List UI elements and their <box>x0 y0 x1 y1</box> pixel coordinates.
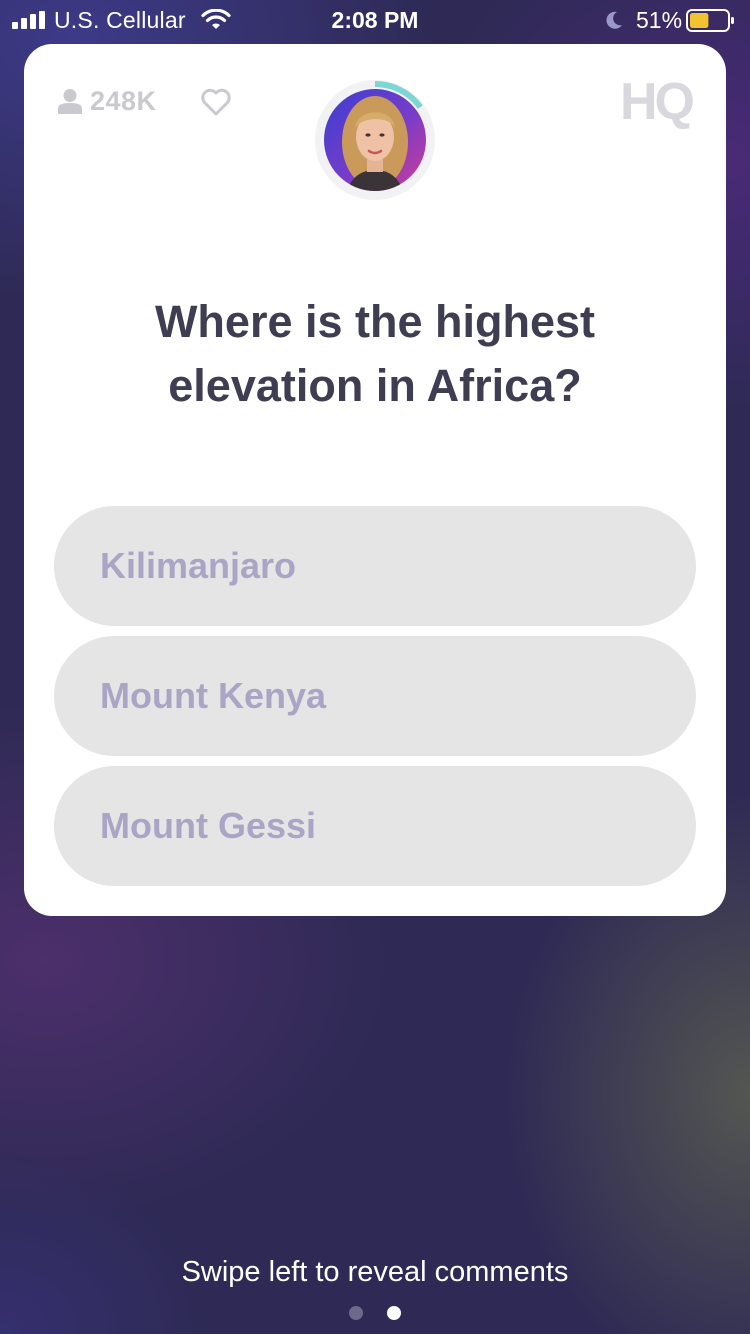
viewer-count-label: 248K <box>90 85 157 116</box>
heart-icon[interactable] <box>200 88 232 116</box>
swipe-hint: Swipe left to reveal comments <box>181 1256 569 1288</box>
page-dot-2[interactable] <box>387 1306 401 1320</box>
status-bar: U.S. Cellular 2:08 PM 51% <box>0 0 750 40</box>
answer-option-label: Mount Gessi <box>100 805 317 846</box>
answer-option-3[interactable]: Mount Gessi <box>54 766 696 886</box>
page-indicator[interactable] <box>0 1306 750 1322</box>
viewer-count: 248K <box>58 84 157 118</box>
battery-percent: 51% <box>636 7 683 33</box>
hq-logo: HQ <box>620 73 695 131</box>
battery-icon <box>686 9 734 32</box>
answer-option-2[interactable]: Mount Kenya <box>54 636 696 756</box>
person-icon <box>58 89 82 114</box>
answer-option-label: Kilimanjaro <box>100 545 297 586</box>
question-card: 248K HQ Where is the highest elevation i… <box>24 44 726 916</box>
battery-fill <box>690 13 709 28</box>
question-text: Where is the highest elevation in Africa… <box>154 296 596 411</box>
answer-option-1[interactable]: Kilimanjaro <box>54 506 696 626</box>
answer-option-label: Mount Kenya <box>100 675 327 716</box>
host-avatar <box>315 80 435 200</box>
moon-icon <box>606 11 622 29</box>
page-dot-1[interactable] <box>349 1306 363 1320</box>
